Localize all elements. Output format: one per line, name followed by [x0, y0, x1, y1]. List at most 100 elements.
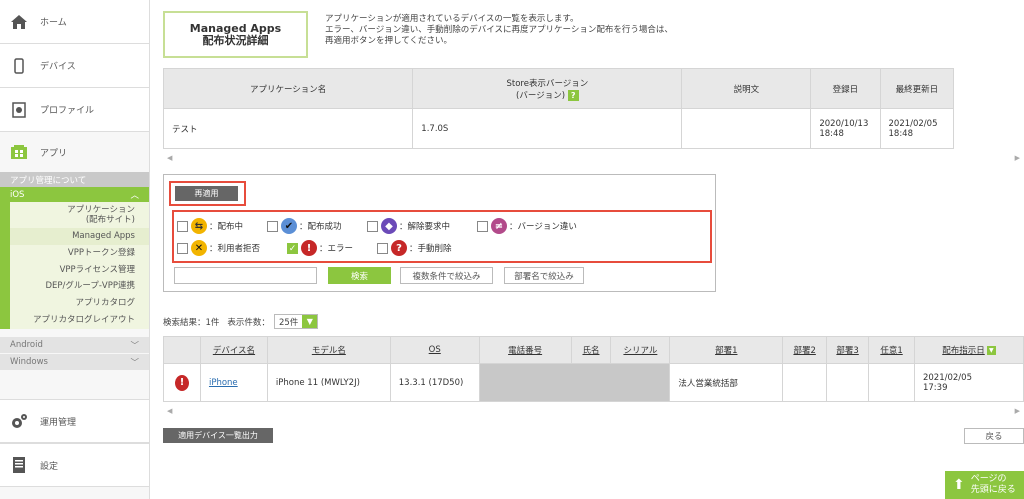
- legend-error[interactable]: ✓ ! ：エラー: [287, 240, 353, 256]
- device-table: デバイス名 モデル名 OS 電話番号 氏名 シリアル 部署1 部署2 部署3 任…: [163, 336, 1024, 402]
- nav-ios-application[interactable]: アプリケーション (配布サイト): [0, 202, 149, 228]
- nav-device[interactable]: デバイス: [0, 44, 149, 88]
- legend-version-mismatch[interactable]: ≠ ：バージョン違い: [477, 218, 577, 234]
- nav-ios-app-catalog[interactable]: アプリカタログ: [0, 295, 149, 312]
- back-button[interactable]: 戻る: [964, 428, 1024, 444]
- col-name[interactable]: 氏名: [570, 336, 612, 364]
- nav-settings[interactable]: 設定: [0, 443, 149, 487]
- cell-description: [681, 108, 812, 149]
- department-filter-button[interactable]: 部署名で絞込み: [504, 267, 584, 284]
- col-model[interactable]: モデル名: [266, 336, 391, 364]
- device-link[interactable]: iPhone: [209, 378, 238, 388]
- col-store-version: Store表示バージョン (バージョン) ?: [412, 68, 683, 109]
- cell-registered: 2020/10/13 18:48: [810, 108, 881, 149]
- back-to-top-line1: ページの: [970, 474, 1007, 484]
- horizontal-scrollbar[interactable]: ◀ ▶: [163, 405, 1024, 417]
- search-input[interactable]: [174, 267, 317, 284]
- nav-ios-vpp-license[interactable]: VPPライセンス管理: [0, 261, 149, 279]
- checkbox[interactable]: [477, 220, 488, 232]
- cell-os: 13.3.1 (17D50): [389, 363, 480, 402]
- sort-down-icon[interactable]: ▼: [986, 346, 996, 355]
- nav-android[interactable]: Android ﹀: [0, 336, 149, 354]
- nav-settings-label: 設定: [40, 461, 59, 472]
- col-version-label: (バージョン): [516, 90, 566, 101]
- page-size-value: 25件: [278, 317, 299, 328]
- export-devices-button[interactable]: 適用デバイス一覧出力: [163, 428, 273, 443]
- col-custom1[interactable]: 任意1: [868, 336, 915, 364]
- back-to-top-button[interactable]: ⬆ ページの 先頭に戻る: [945, 471, 1024, 499]
- page-title: Managed Apps 配布状況詳細: [163, 11, 308, 58]
- scroll-right-icon[interactable]: ▶: [1015, 154, 1020, 162]
- reapply-button[interactable]: 再適用: [175, 186, 238, 201]
- nav-windows[interactable]: Windows ﹀: [0, 353, 149, 371]
- col-app-name: アプリケーション名: [162, 68, 414, 109]
- legend-user-rejected[interactable]: ✕ ：利用者拒否: [177, 240, 260, 256]
- cell-dept1: 法人営業統括部: [669, 363, 784, 402]
- nav-ios-label: iOS: [10, 189, 25, 200]
- checkbox[interactable]: [177, 220, 188, 232]
- question-icon: ?: [391, 240, 407, 256]
- nav-apps[interactable]: アプリ: [0, 132, 149, 172]
- col-os[interactable]: OS: [389, 336, 480, 364]
- reapply-highlight: 再適用: [169, 181, 246, 206]
- col-dept2[interactable]: 部署2: [782, 336, 828, 364]
- scroll-right-icon[interactable]: ▶: [1015, 407, 1020, 415]
- page-size-select[interactable]: 25件 ▼: [273, 314, 319, 329]
- col-store-version-label: Store表示バージョン: [506, 78, 589, 89]
- nav-apps-label: アプリ: [40, 148, 68, 159]
- chevron-down-icon: ﹀: [130, 357, 139, 368]
- check-icon: ✔: [281, 218, 297, 234]
- nav-home[interactable]: ホーム: [0, 0, 149, 44]
- col-phone[interactable]: 電話番号: [478, 336, 572, 364]
- scroll-left-icon[interactable]: ◀: [167, 154, 172, 162]
- col-dept1[interactable]: 部署1: [669, 336, 784, 364]
- nav-about-apps-label: アプリ管理について: [10, 175, 87, 186]
- legend-release-pending[interactable]: ◆ ：解除要求中: [367, 218, 450, 234]
- desc-line: アプリケーションが適用されているデバイスの一覧を表示します。: [325, 14, 579, 24]
- help-icon[interactable]: ?: [567, 89, 579, 101]
- multi-condition-filter-button[interactable]: 複数条件で絞込み: [400, 267, 493, 284]
- dropdown-arrow-icon: ▼: [302, 315, 318, 328]
- nav-ios-dep-vpp[interactable]: DEP/グループ-VPP連携: [0, 278, 149, 296]
- scroll-left-icon[interactable]: ◀: [167, 407, 172, 415]
- cell-updated: 2021/02/05 18:48: [879, 108, 955, 149]
- nav-device-label: デバイス: [40, 62, 76, 72]
- checkbox[interactable]: [367, 220, 378, 232]
- cell-version: 1.7.0S: [412, 108, 683, 149]
- checkbox[interactable]: [177, 242, 188, 254]
- checkbox-checked[interactable]: ✓: [287, 242, 298, 254]
- arrow-up-icon: ⬆: [953, 476, 965, 493]
- status-legend: ⇆ ：配布中 ✔ ：配布成功 ◆ ：解除要求中 ≠ ：バージョン違い ✕ ：利用…: [172, 210, 712, 263]
- nav-operations-label: 運用管理: [40, 417, 77, 428]
- page-title-line2: 配布状況詳細: [202, 33, 269, 47]
- nav-operations[interactable]: 運用管理: [0, 399, 149, 443]
- col-updated: 最終更新日: [879, 68, 955, 109]
- nav-profile-label: プロファイル: [40, 106, 95, 116]
- col-dept3[interactable]: 部署3: [826, 336, 870, 364]
- error-icon: !: [175, 374, 189, 391]
- horizontal-scrollbar[interactable]: ◀ ▶: [163, 152, 1024, 164]
- legend-manual-delete[interactable]: ? ：手動削除: [377, 240, 452, 256]
- checkbox[interactable]: [377, 242, 388, 254]
- nav-ios[interactable]: iOS ︿: [0, 187, 149, 202]
- nav-ios-catalog-layout[interactable]: アプリカタログレイアウト: [0, 311, 149, 329]
- legend-distributing[interactable]: ⇆ ：配布中: [177, 218, 243, 234]
- nav-ios-vpp-token[interactable]: VPPトークン登録: [0, 244, 149, 262]
- app-info-table: アプリケーション名 Store表示バージョン (バージョン) ? 説明文 登録日…: [162, 68, 1024, 149]
- nav-ios-managed-apps[interactable]: Managed Apps: [0, 228, 149, 245]
- x-icon: ✕: [191, 240, 207, 256]
- col-dist-date[interactable]: 配布指示日 ▼: [913, 336, 1024, 364]
- desc-line: 再適用ボタンを押してください。: [325, 36, 452, 46]
- table-row: テスト 1.7.0S 2020/10/13 18:48 2021/02/05 18:…: [162, 108, 1024, 149]
- col-serial[interactable]: シリアル: [610, 336, 671, 364]
- checkbox[interactable]: [267, 220, 278, 232]
- redacted-cells: [478, 363, 671, 402]
- nav-about-apps[interactable]: アプリ管理について: [0, 172, 149, 187]
- search-button[interactable]: 検索: [328, 267, 391, 284]
- nav-home-label: ホーム: [40, 18, 67, 28]
- nav-profile[interactable]: プロファイル: [0, 88, 149, 132]
- cell-dept3: [826, 363, 870, 402]
- legend-success[interactable]: ✔ ：配布成功: [267, 218, 342, 234]
- filter-panel: 再適用 ⇆ ：配布中 ✔ ：配布成功 ◆ ：解除要求中 ≠ ：バージョン違い ✕…: [163, 174, 716, 292]
- col-device-name[interactable]: デバイス名: [199, 336, 268, 364]
